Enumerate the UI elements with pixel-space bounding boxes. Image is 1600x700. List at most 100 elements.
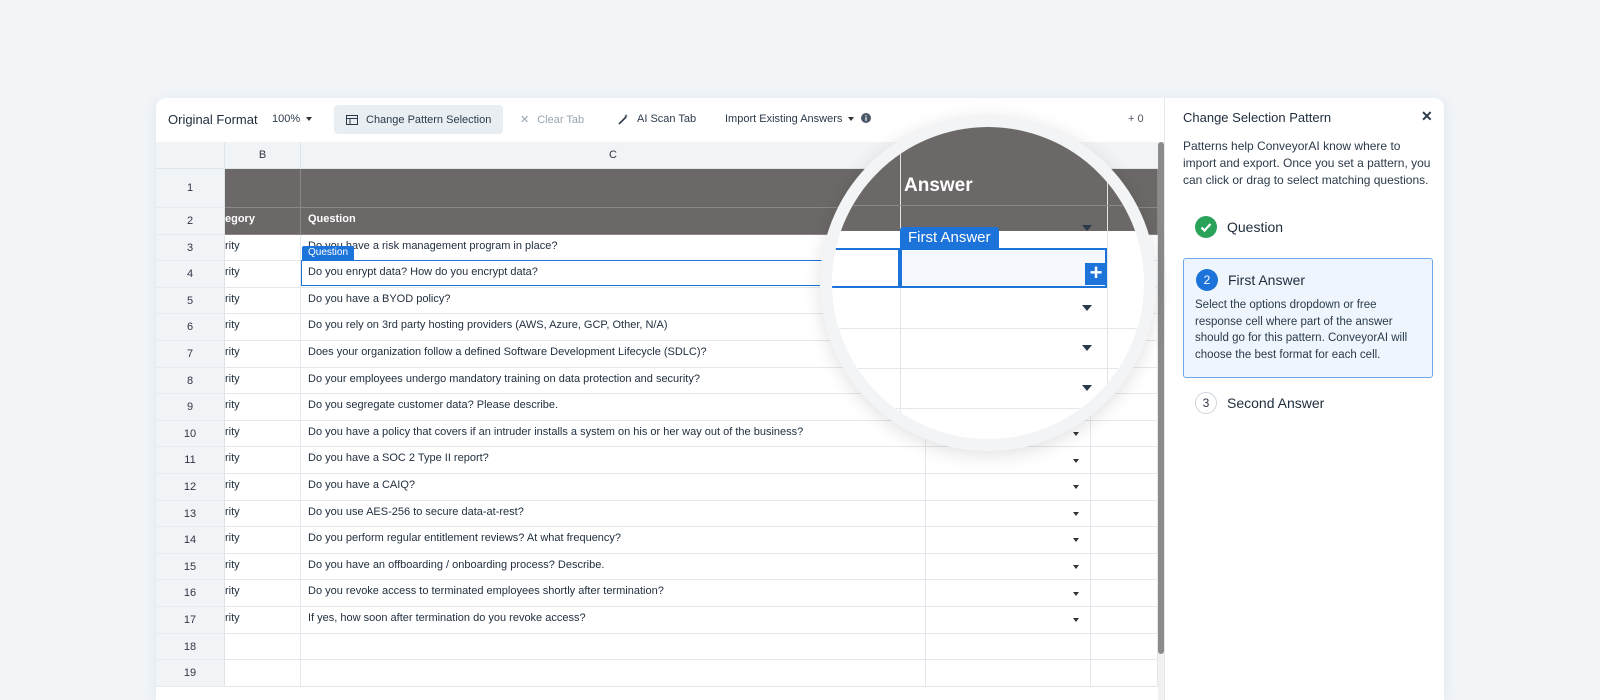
row-number[interactable]: 8 — [156, 367, 225, 395]
category-cell[interactable]: rity — [225, 341, 301, 368]
empty-cell[interactable] — [1091, 580, 1158, 607]
row-number[interactable]: 17 — [156, 607, 225, 634]
dropdown-arrow-icon[interactable] — [1073, 458, 1079, 463]
row-number[interactable]: 19 — [156, 660, 225, 687]
category-cell[interactable]: rity — [225, 367, 301, 395]
empty-cell[interactable] — [1091, 660, 1158, 687]
answer-cell[interactable] — [926, 580, 1091, 607]
empty-cell[interactable] — [926, 633, 1091, 661]
row-number[interactable]: 1 — [156, 169, 225, 208]
first-answer-tag: First Answer — [900, 227, 999, 249]
answer-cell[interactable] — [926, 553, 1091, 581]
category-header[interactable]: egory — [225, 208, 301, 235]
row-number[interactable]: 3 — [156, 234, 225, 262]
dropdown-arrow-icon[interactable] — [1073, 511, 1079, 516]
category-cell[interactable]: rity — [225, 553, 301, 581]
row-number[interactable]: 11 — [156, 447, 225, 474]
question-cell[interactable]: Do you perform regular entitlement revie… — [301, 527, 926, 554]
empty-cell[interactable] — [301, 660, 926, 687]
row-number[interactable]: 13 — [156, 500, 225, 528]
dropdown-arrow-icon[interactable] — [1073, 591, 1079, 596]
column-header-b[interactable]: B — [225, 142, 301, 169]
category-cell[interactable]: rity — [225, 314, 301, 341]
step-first-answer[interactable]: 2 First Answer Select the options dropdo… — [1183, 258, 1433, 378]
category-cell[interactable]: rity — [225, 394, 301, 421]
step-second-answer[interactable]: 3 Second Answer — [1183, 392, 1433, 416]
clear-tab-button[interactable]: ✕ Clear Tab — [520, 113, 584, 127]
dropdown-arrow-icon[interactable] — [1073, 538, 1079, 543]
empty-cell[interactable] — [1091, 447, 1158, 474]
category-cell[interactable]: rity — [225, 474, 301, 501]
grid-line — [832, 328, 1144, 329]
category-cell[interactable]: rity — [225, 287, 301, 315]
zoom-select[interactable]: 100% — [272, 113, 313, 125]
question-cell[interactable]: If yes, how soon after termination do yo… — [301, 607, 926, 634]
question-cell[interactable]: Do you have an offboarding / onboarding … — [301, 553, 926, 581]
chevron-down-icon — [306, 117, 313, 121]
answer-cell[interactable] — [926, 527, 1091, 554]
empty-cell[interactable] — [1091, 474, 1158, 501]
ai-scan-button[interactable]: AI Scan Tab — [618, 113, 696, 125]
category-cell[interactable]: rity — [225, 261, 301, 288]
close-icon: ✕ — [520, 114, 530, 126]
answer-cell[interactable] — [926, 474, 1091, 501]
dropdown-arrow-icon[interactable] — [1082, 305, 1092, 311]
empty-cell[interactable] — [225, 660, 301, 687]
empty-cell[interactable] — [1091, 553, 1158, 581]
dropdown-arrow-icon[interactable] — [1082, 385, 1092, 391]
panel-description: Patterns help ConveyorAI know where to i… — [1183, 139, 1431, 187]
question-cell[interactable]: Do you have a CAIQ? — [301, 474, 926, 501]
row-number[interactable]: 4 — [156, 261, 225, 288]
row-number[interactable]: 2 — [156, 208, 225, 235]
empty-cell[interactable] — [301, 633, 926, 661]
empty-cell[interactable] — [1091, 607, 1158, 634]
info-icon[interactable] — [861, 113, 871, 123]
empty-cell[interactable] — [1091, 633, 1158, 661]
dropdown-arrow-icon[interactable] — [1082, 345, 1092, 351]
dropdown-arrow-icon[interactable] — [1073, 618, 1079, 623]
magic-wand-icon — [618, 113, 628, 125]
step-question[interactable]: Question — [1183, 216, 1433, 240]
step-label: First Answer — [1228, 272, 1306, 288]
category-cell[interactable]: rity — [225, 234, 301, 262]
answer-cell[interactable] — [926, 447, 1091, 474]
empty-cell[interactable] — [926, 660, 1091, 687]
empty-cell[interactable] — [1091, 527, 1158, 554]
answer-cell[interactable] — [926, 500, 1091, 528]
row-number[interactable]: 16 — [156, 580, 225, 607]
category-cell[interactable]: rity — [225, 420, 301, 448]
row-number[interactable]: 14 — [156, 527, 225, 554]
row-number[interactable]: 9 — [156, 394, 225, 421]
category-cell[interactable]: rity — [225, 607, 301, 634]
row-number[interactable]: 12 — [156, 474, 225, 501]
import-answers-button[interactable]: Import Existing Answers — [725, 113, 855, 125]
category-cell[interactable]: rity — [225, 527, 301, 554]
empty-cell[interactable] — [225, 633, 301, 661]
dropdown-arrow-icon[interactable] — [1073, 565, 1079, 570]
dropdown-arrow-icon[interactable] — [1073, 485, 1079, 490]
row-number[interactable]: 7 — [156, 341, 225, 368]
question-cell[interactable]: Do you revoke access to terminated emplo… — [301, 580, 926, 607]
header-cell[interactable] — [225, 169, 301, 208]
category-cell[interactable]: rity — [225, 500, 301, 528]
question-selection-edge — [832, 248, 900, 288]
row-number[interactable]: 10 — [156, 420, 225, 448]
close-icon[interactable]: ✕ — [1421, 108, 1433, 125]
answer-cell[interactable] — [926, 607, 1091, 634]
question-cell[interactable]: Do you use AES-256 to secure data-at-res… — [301, 500, 926, 528]
step-label: Second Answer — [1227, 395, 1325, 411]
first-answer-selection[interactable] — [900, 248, 1107, 288]
row-number[interactable]: 15 — [156, 553, 225, 581]
row-number[interactable]: 18 — [156, 633, 225, 661]
table-icon — [346, 114, 358, 125]
plus-icon[interactable]: + — [1085, 262, 1107, 285]
question-cell[interactable]: Do you have a SOC 2 Type II report? — [301, 447, 926, 474]
dropdown-arrow-icon[interactable] — [1082, 225, 1092, 231]
row-number[interactable]: 5 — [156, 287, 225, 315]
row-number[interactable]: 6 — [156, 314, 225, 341]
category-cell[interactable]: rity — [225, 580, 301, 607]
change-pattern-button[interactable]: Change Pattern Selection — [334, 105, 504, 134]
category-cell[interactable]: rity — [225, 447, 301, 474]
empty-cell[interactable] — [1091, 500, 1158, 528]
question-pattern-tag: Question — [302, 246, 355, 260]
